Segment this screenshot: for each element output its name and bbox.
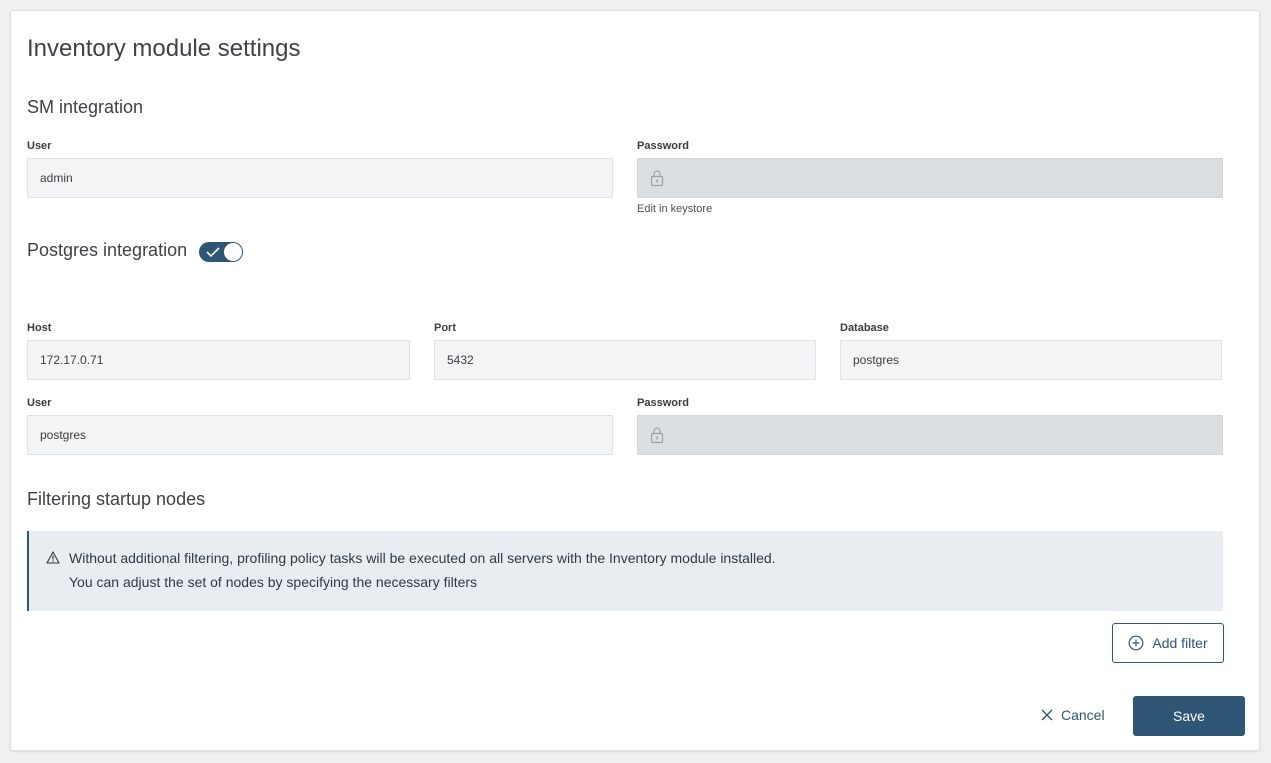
pg-port-input[interactable]: 5432: [434, 340, 816, 380]
close-icon: [1041, 709, 1053, 721]
sm-integration-title: SM integration: [27, 97, 144, 117]
sm-user-label: User: [27, 140, 52, 152]
sm-user-input[interactable]: admin: [27, 158, 613, 198]
pg-host-input[interactable]: 172.17.0.71: [27, 340, 410, 380]
filtering-info-line-2: You can adjust the set of nodes by speci…: [69, 574, 478, 590]
sm-password-input[interactable]: [637, 158, 1223, 198]
pg-database-input[interactable]: postgres: [840, 340, 1222, 380]
pg-port-label: Port: [434, 322, 456, 334]
pg-host-value: 172.17.0.71: [40, 353, 104, 367]
toggle-knob: [224, 243, 242, 261]
add-filter-button[interactable]: Add filter: [1112, 623, 1224, 663]
pg-password-label: Password: [637, 397, 689, 409]
pg-user-value: postgres: [40, 428, 87, 442]
postgres-integration-toggle[interactable]: [199, 242, 243, 262]
pg-user-input[interactable]: postgres: [27, 415, 613, 455]
filtering-info-line-1: Without additional filtering, profiling …: [69, 550, 776, 566]
sm-user-value: admin: [40, 171, 73, 185]
settings-card: Inventory module settings SM integration…: [10, 10, 1260, 751]
cancel-button[interactable]: Cancel: [1041, 703, 1105, 727]
filtering-title: Filtering startup nodes: [27, 489, 206, 509]
pg-port-value: 5432: [447, 353, 474, 367]
pg-password-input[interactable]: [637, 415, 1223, 455]
lock-icon: [650, 170, 664, 187]
postgres-integration-title: Postgres integration: [27, 240, 188, 260]
pg-host-label: Host: [27, 322, 52, 334]
sm-password-hint[interactable]: Edit in keystore: [637, 203, 712, 215]
add-filter-label: Add filter: [1152, 635, 1208, 651]
page-title: Inventory module settings: [27, 35, 301, 62]
pg-user-label: User: [27, 397, 52, 409]
check-icon: [206, 247, 220, 258]
cancel-label: Cancel: [1061, 707, 1105, 723]
plus-circle-icon: [1128, 635, 1144, 651]
pg-database-label: Database: [840, 322, 889, 334]
save-button[interactable]: Save: [1133, 696, 1245, 736]
warning-icon: [46, 551, 60, 564]
pg-database-value: postgres: [853, 353, 900, 367]
lock-icon: [650, 427, 664, 444]
sm-password-label: Password: [637, 140, 689, 152]
filtering-info-box: Without additional filtering, profiling …: [27, 531, 1223, 611]
